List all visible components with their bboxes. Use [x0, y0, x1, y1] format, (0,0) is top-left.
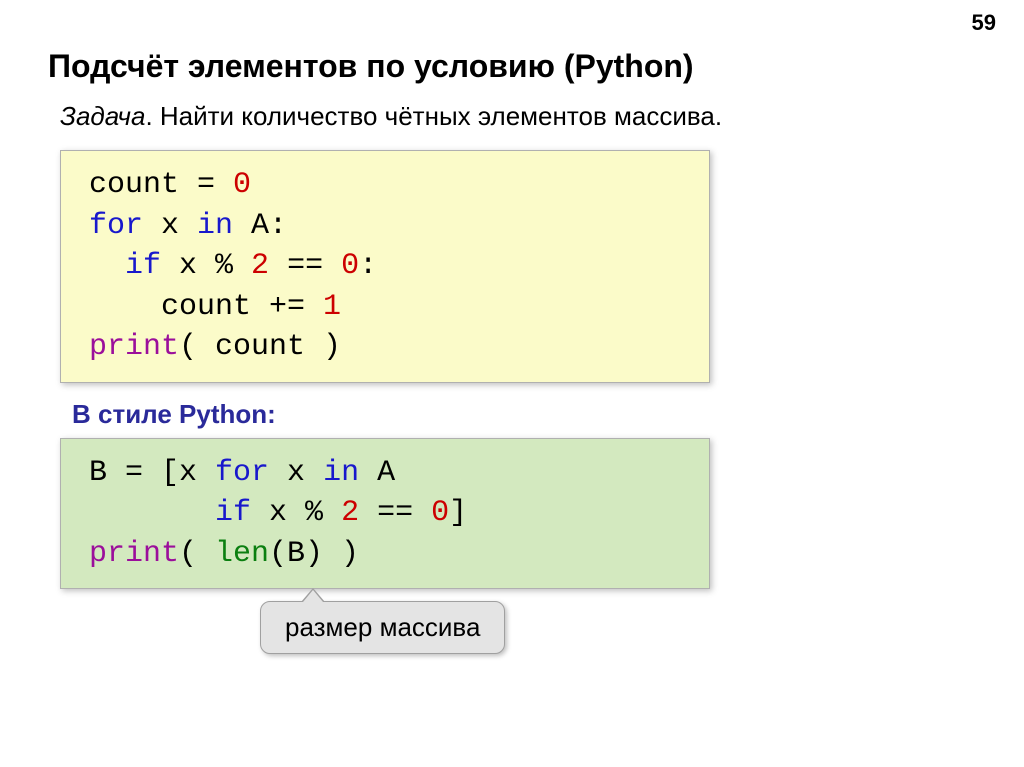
code-token: print: [89, 537, 179, 571]
code-token: (B) ): [269, 537, 359, 571]
code-token: if: [125, 249, 161, 283]
code-1-content: count = 0 for x in A: if x % 2 == 0: cou…: [89, 165, 689, 368]
code-token: A: [359, 456, 395, 490]
code-token: count =: [89, 168, 233, 202]
task-label: Задача: [60, 101, 145, 131]
task-text: . Найти количество чётных элементов масс…: [145, 101, 722, 131]
code-token: count +=: [89, 290, 323, 324]
code-token: x %: [161, 249, 251, 283]
code-token: len: [215, 537, 269, 571]
code-token: A:: [233, 209, 287, 243]
code-token: for: [215, 456, 269, 490]
code-token: print: [89, 330, 179, 364]
code-token: :: [359, 249, 377, 283]
code-token: 0: [341, 249, 359, 283]
code-token: in: [197, 209, 233, 243]
code-token: 1: [323, 290, 341, 324]
code-token: ( count ): [179, 330, 341, 364]
callout-wrapper: размер массива: [260, 601, 1024, 654]
code-token: [89, 496, 215, 530]
code-token: 0: [431, 496, 449, 530]
code-token: 2: [251, 249, 269, 283]
callout-bubble: размер массива: [260, 601, 505, 654]
code-token: (: [179, 537, 215, 571]
code-token: if: [215, 496, 251, 530]
code-token: ]: [449, 496, 467, 530]
code-token: x: [143, 209, 197, 243]
slide-title: Подсчёт элементов по условию (Python): [48, 48, 1024, 85]
code-token: B = [x: [89, 456, 215, 490]
code-2-content: B = [x for x in A if x % 2 == 0] print( …: [89, 453, 689, 575]
code-token: x %: [251, 496, 341, 530]
callout-text: размер массива: [285, 612, 480, 642]
code-token: ==: [269, 249, 341, 283]
task-line: Задача. Найти количество чётных элементо…: [60, 101, 1024, 132]
subtitle: В стиле Python:: [72, 399, 1024, 430]
code-token: x: [269, 456, 323, 490]
code-token: ==: [359, 496, 431, 530]
code-block-1: count = 0 for x in A: if x % 2 == 0: cou…: [60, 150, 710, 383]
code-token: [89, 249, 125, 283]
code-token: in: [323, 456, 359, 490]
code-token: 0: [233, 168, 251, 202]
code-token: for: [89, 209, 143, 243]
code-block-2: B = [x for x in A if x % 2 == 0] print( …: [60, 438, 710, 590]
page-number: 59: [972, 10, 996, 36]
code-token: 2: [341, 496, 359, 530]
